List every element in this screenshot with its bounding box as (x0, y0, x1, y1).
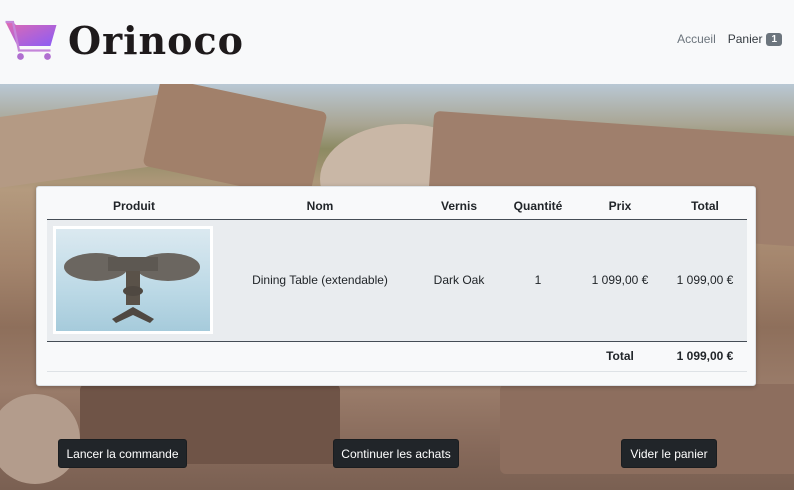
product-cell (47, 219, 221, 342)
place-order-button[interactable]: Lancer la commande (58, 439, 187, 468)
continue-shopping-button[interactable]: Continuer les achats (333, 439, 459, 468)
total-value: 1 099,00 € (663, 341, 747, 372)
product-image[interactable] (53, 226, 213, 334)
product-name-cell: Dining Table (extendable) (221, 219, 419, 342)
table-row: Dining Table (extendable) Dark Oak 1 1 0… (47, 219, 747, 342)
header: Orinoco Accueil Panier 1 (0, 0, 794, 84)
cart-table: Produit Nom Vernis Quantité Prix Total D… (47, 193, 747, 372)
product-quantity-cell: 1 (499, 219, 577, 342)
brand-name: Orinoco (67, 17, 244, 63)
nav-home-link[interactable]: Accueil (677, 32, 716, 46)
total-label: Total (577, 341, 663, 372)
brand-logo[interactable]: Orinoco (4, 10, 244, 70)
dining-table-photo (64, 253, 200, 323)
product-varnish-cell: Dark Oak (419, 219, 499, 342)
header-total: Total (663, 193, 747, 220)
product-price-cell: 1 099,00 € (577, 219, 663, 342)
header-product: Produit (47, 193, 221, 220)
main-nav: Accueil Panier 1 (677, 32, 782, 46)
cart-card: Produit Nom Vernis Quantité Prix Total D… (36, 186, 756, 386)
nav-cart-label: Panier (727, 32, 763, 46)
header-price: Prix (577, 193, 663, 220)
nav-cart-link[interactable]: Panier 1 (728, 32, 782, 46)
empty-cart-button[interactable]: Vider le panier (621, 439, 717, 468)
table-header-row: Produit Nom Vernis Quantité Prix Total (47, 193, 747, 220)
header-name: Nom (221, 193, 419, 220)
product-total-cell: 1 099,00 € (663, 219, 747, 342)
shopping-cart-icon (5, 20, 57, 60)
cart-count-badge: 1 (766, 32, 782, 46)
total-row: Total 1 099,00 € (47, 341, 747, 372)
header-quantity: Quantité (499, 193, 577, 220)
header-varnish: Vernis (419, 193, 499, 220)
